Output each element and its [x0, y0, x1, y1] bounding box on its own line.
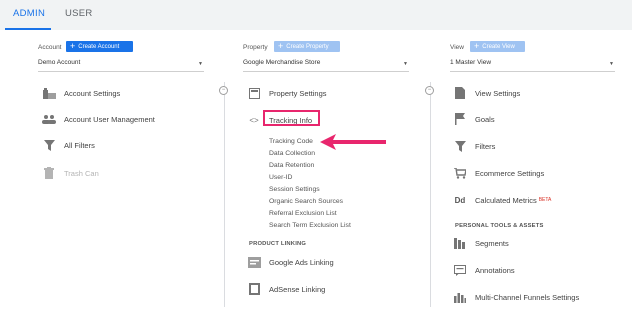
code-icon: <>	[249, 115, 259, 125]
adsense-linking-label: AdSense Linking	[269, 284, 326, 294]
segments-label: Segments	[475, 238, 509, 248]
goals-label: Goals	[475, 114, 495, 124]
adsense-icon	[247, 283, 261, 295]
segments-link[interactable]: Segments	[453, 237, 509, 249]
tracking-info-highlight-box	[263, 110, 320, 126]
account-selector[interactable]: Demo Account ▼	[38, 59, 204, 72]
bar-chart-icon	[453, 291, 467, 303]
column-divider	[430, 82, 431, 307]
multi-channel-funnels-settings-label: Multi-Channel Funnels Settings	[475, 292, 580, 302]
multi-channel-funnels-settings-link[interactable]: Multi-Channel Funnels Settings	[453, 291, 579, 303]
caret-down-icon: ▼	[198, 61, 203, 67]
tracking-code-link[interactable]: Tracking Code	[269, 138, 313, 145]
beta-badge: BETA	[538, 197, 552, 203]
view-settings-link[interactable]: View Settings	[453, 87, 520, 99]
cart-icon	[453, 167, 467, 179]
create-property-button[interactable]: + Create Property	[274, 41, 340, 52]
caret-down-icon: ▼	[403, 61, 408, 67]
property-selected-value: Google Merchandise Store	[243, 59, 321, 66]
account-settings-label: Account Settings	[64, 88, 121, 98]
session-settings-link[interactable]: Session Settings	[269, 186, 320, 193]
trash-icon	[42, 167, 56, 179]
admin-tabs-bar: ADMIN USER	[0, 0, 632, 30]
property-settings-link[interactable]: Property Settings	[247, 87, 327, 99]
active-tab-indicator	[5, 28, 51, 30]
google-ads-linking-label: Google Ads Linking	[269, 257, 334, 267]
referral-exclusion-list-link[interactable]: Referral Exclusion List	[269, 210, 337, 217]
filters-label: Filters	[475, 141, 496, 151]
search-term-exclusion-list-link[interactable]: Search Term Exclusion List	[269, 222, 351, 229]
trash-can-label: Trash Can	[64, 168, 99, 178]
view-selector[interactable]: 1 Master View ▼	[450, 59, 615, 72]
settings-page-icon	[247, 87, 261, 99]
column-divider	[224, 82, 225, 307]
filter-icon	[453, 140, 467, 152]
caret-down-icon: ▼	[609, 61, 614, 67]
tab-admin[interactable]: ADMIN	[13, 8, 45, 19]
filter-icon	[42, 139, 56, 151]
dd-icon: Dd	[454, 195, 466, 205]
plus-icon: +	[278, 41, 284, 51]
arrow-annotation-icon	[320, 134, 386, 150]
users-icon	[42, 113, 56, 125]
view-label: View	[450, 44, 464, 51]
goals-link[interactable]: Goals	[453, 113, 495, 125]
segments-icon	[453, 237, 467, 249]
plus-icon: +	[474, 41, 480, 51]
create-view-button[interactable]: + Create View	[470, 41, 525, 52]
adsense-linking-link[interactable]: AdSense Linking	[247, 283, 325, 295]
account-selected-value: Demo Account	[38, 59, 81, 66]
google-ads-icon	[247, 256, 261, 268]
ecommerce-settings-link[interactable]: Ecommerce Settings	[453, 167, 544, 179]
account-user-management-link[interactable]: Account User Management	[42, 113, 155, 125]
account-settings-link[interactable]: Account Settings	[42, 87, 120, 99]
property-settings-label: Property Settings	[269, 88, 327, 98]
account-user-management-label: Account User Management	[64, 114, 155, 124]
collapse-toggle[interactable]: −	[219, 86, 228, 95]
organic-search-sources-link[interactable]: Organic Search Sources	[269, 198, 343, 205]
user-id-link[interactable]: User-ID	[269, 174, 292, 181]
tab-user[interactable]: USER	[65, 8, 93, 19]
personal-tools-heading: PERSONAL TOOLS & ASSETS	[455, 223, 544, 229]
data-retention-link[interactable]: Data Retention	[269, 162, 314, 169]
product-linking-heading: PRODUCT LINKING	[249, 241, 307, 247]
create-account-button[interactable]: + Create Account	[66, 41, 133, 52]
calculated-metrics-label: Calculated Metrics	[475, 195, 537, 205]
collapse-toggle[interactable]: −	[425, 86, 434, 95]
trash-can-link[interactable]: Trash Can	[42, 167, 99, 179]
plus-icon: +	[70, 41, 76, 51]
create-account-label: Create Account	[78, 43, 120, 50]
google-ads-linking-link[interactable]: Google Ads Linking	[247, 256, 334, 268]
view-settings-label: View Settings	[475, 88, 521, 98]
filters-link[interactable]: Filters	[453, 140, 495, 152]
all-filters-label: All Filters	[64, 140, 95, 150]
building-icon	[42, 87, 56, 99]
property-label: Property	[243, 44, 268, 51]
annotations-link[interactable]: Annotations	[453, 264, 515, 276]
document-icon	[453, 87, 467, 99]
create-view-label: Create View	[482, 43, 515, 50]
view-selected-value: 1 Master View	[450, 59, 492, 66]
account-label: Account	[38, 44, 62, 51]
ecommerce-settings-label: Ecommerce Settings	[475, 168, 545, 178]
annotations-icon	[453, 264, 467, 276]
data-collection-link[interactable]: Data Collection	[269, 150, 315, 157]
create-property-label: Create Property	[286, 43, 329, 50]
flag-icon	[453, 113, 467, 125]
calculated-metrics-link[interactable]: Dd Calculated Metrics BETA	[453, 194, 552, 206]
annotations-label: Annotations	[475, 265, 515, 275]
all-filters-link[interactable]: All Filters	[42, 139, 95, 151]
property-selector[interactable]: Google Merchandise Store ▼	[243, 59, 409, 72]
